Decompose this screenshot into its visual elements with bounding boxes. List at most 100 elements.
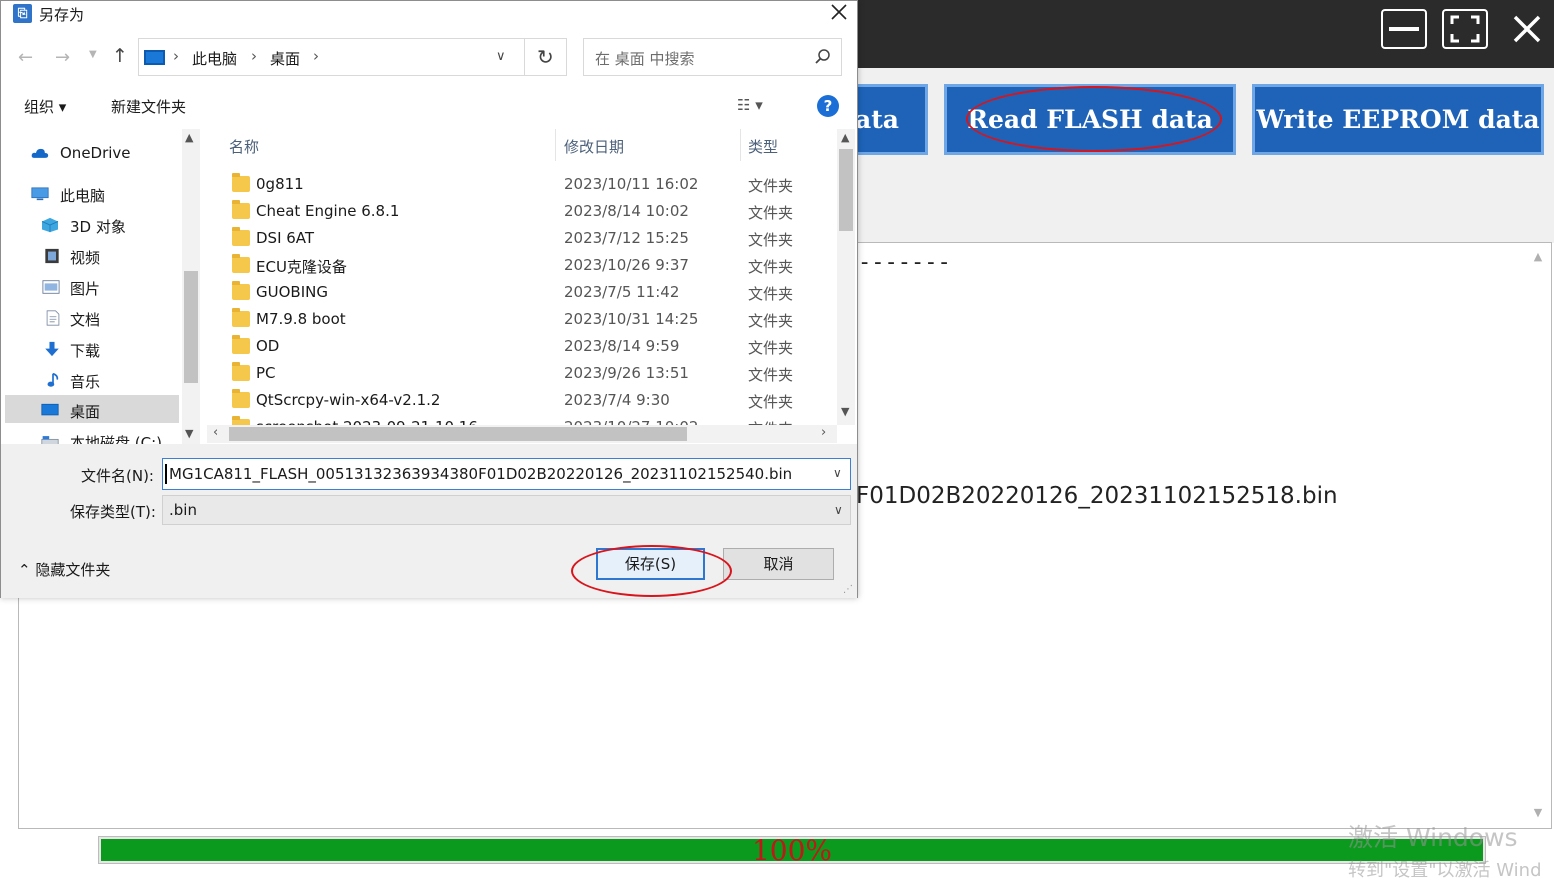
highlight-circle [571, 545, 732, 597]
filename-input[interactable] [162, 458, 851, 490]
navigation-pane: OneDrive 此电脑 3D 对象 视频 图片 文档 下载 音乐 桌面 本地磁… [1, 129, 201, 444]
nav-label: 视频 [70, 249, 101, 267]
file-type: 文件夹 [748, 312, 794, 330]
app-icon: ⎘ [13, 4, 32, 23]
cancel-button[interactable]: 取消 [723, 548, 834, 580]
organize-menu[interactable]: 组织 ▾ [24, 96, 66, 117]
nav-item-desktop[interactable]: 桌面 [41, 396, 201, 424]
folder-icon [232, 200, 250, 219]
scroll-right-icon[interactable]: › [821, 425, 826, 440]
scroll-up-icon[interactable]: ▲ [185, 131, 193, 144]
watermark-line2: 转到"设置"以激活 Wind [1348, 860, 1542, 881]
breadcrumb-separator[interactable]: › [313, 47, 319, 65]
minimize-icon [1389, 27, 1419, 31]
nav-item-this-pc[interactable]: 此电脑 [31, 180, 201, 208]
nav-item-documents[interactable]: 文档 [41, 304, 201, 332]
refresh-icon[interactable]: ↻ [537, 45, 554, 69]
minimize-button[interactable] [1381, 9, 1427, 49]
desktop-icon [41, 403, 59, 416]
file-list-hscrollbar-thumb[interactable] [229, 427, 687, 441]
file-row[interactable]: GUOBING 2023/7/5 11:42 文件夹 [229, 278, 839, 305]
column-header-name[interactable]: 名称 [229, 136, 259, 157]
column-header-date[interactable]: 修改日期 [564, 136, 624, 157]
folder-icon [232, 173, 250, 192]
nav-item-local-disk[interactable]: 本地磁盘 (C:) [41, 427, 201, 444]
progress-bar: 100% [98, 836, 1486, 865]
file-row[interactable]: PC 2023/9/26 13:51 文件夹 [229, 359, 839, 386]
new-folder-button[interactable]: 新建文件夹 [111, 96, 186, 117]
up-arrow-icon[interactable]: ↑ [112, 45, 128, 67]
nav-item-downloads[interactable]: 下载 [41, 335, 201, 363]
nav-label: 文档 [70, 311, 101, 329]
file-name: GUOBING [256, 283, 328, 301]
file-type: 文件夹 [748, 285, 794, 303]
breadcrumb-separator: › [173, 47, 179, 65]
recent-dropdown-icon[interactable]: ▼ [89, 49, 97, 60]
folder-icon [232, 335, 250, 354]
chevron-down-icon[interactable]: ∨ [834, 503, 843, 517]
search-icon[interactable] [814, 48, 832, 66]
chevron-down-icon[interactable]: ∨ [833, 466, 842, 480]
file-date: 2023/8/14 9:59 [564, 337, 680, 355]
write-eeprom-button[interactable]: Write EEPROM data [1252, 84, 1544, 155]
help-icon[interactable]: ? [817, 95, 839, 117]
nav-label: 下载 [70, 342, 101, 360]
view-options-icon[interactable]: ☷ ▾ [737, 96, 763, 114]
file-date: 2023/8/14 10:02 [564, 202, 689, 220]
column-divider[interactable] [555, 129, 556, 161]
forward-arrow-icon[interactable]: → [55, 47, 70, 68]
nav-item-3d-objects[interactable]: 3D 对象 [41, 211, 201, 239]
breadcrumb-desktop[interactable]: 桌面 [270, 48, 300, 69]
scroll-up-icon[interactable]: ▲ [841, 131, 849, 144]
file-row[interactable]: OD 2023/8/14 9:59 文件夹 [229, 332, 839, 359]
log-scroll-up-icon[interactable]: ▲ [1530, 250, 1546, 264]
column-header-type[interactable]: 类型 [748, 136, 778, 157]
file-list: ^ 名称 修改日期 类型 0g811 2023/10/11 16:02 文件夹 … [201, 129, 857, 444]
nav-item-pictures[interactable]: 图片 [41, 273, 201, 301]
hide-folders-toggle[interactable]: ⌃ 隐藏文件夹 [18, 559, 110, 580]
fullscreen-button[interactable] [1442, 9, 1488, 49]
folder-icon [232, 281, 250, 300]
file-type: 文件夹 [748, 366, 794, 384]
file-row[interactable]: 0g811 2023/10/11 16:02 文件夹 [229, 170, 839, 197]
highlight-circle [966, 86, 1222, 152]
folder-icon [232, 254, 250, 273]
file-date: 2023/9/26 13:51 [564, 364, 689, 382]
address-bar[interactable]: › 此电脑 › 桌面 › ∨ ↻ [138, 38, 567, 76]
file-date: 2023/7/4 9:30 [564, 391, 670, 409]
breadcrumb-this-pc[interactable]: 此电脑 [192, 48, 237, 69]
file-row[interactable]: DSI 6AT 2023/7/12 15:25 文件夹 [229, 224, 839, 251]
column-divider[interactable] [740, 129, 741, 161]
file-row[interactable]: ECU克隆设备 2023/10/26 9:37 文件夹 [229, 251, 839, 278]
breadcrumb-separator[interactable]: › [251, 47, 257, 65]
file-date: 2023/10/26 9:37 [564, 256, 689, 274]
nav-item-music[interactable]: 音乐 [41, 366, 201, 394]
filetype-select[interactable]: .bin ∨ [162, 495, 851, 525]
scroll-down-icon[interactable]: ▼ [185, 427, 193, 440]
file-row[interactable]: M7.9.8 boot 2023/10/31 14:25 文件夹 [229, 305, 839, 332]
file-name: ECU克隆设备 [256, 258, 347, 276]
dialog-close-button[interactable] [827, 1, 851, 25]
hide-folders-label: 隐藏文件夹 [35, 561, 111, 579]
back-arrow-icon[interactable]: ← [18, 47, 33, 68]
nav-item-videos[interactable]: 视频 [41, 242, 201, 270]
scroll-left-icon[interactable]: ‹ [213, 425, 218, 440]
file-date: 2023/7/5 11:42 [564, 283, 680, 301]
nav-scrollbar-thumb[interactable] [184, 271, 198, 383]
cube-icon [41, 217, 59, 233]
resize-grip-icon[interactable]: ⋰ [843, 584, 855, 596]
folder-icon [232, 389, 250, 408]
search-box[interactable]: 在 桌面 中搜索 [583, 38, 842, 76]
close-button[interactable] [1504, 9, 1550, 49]
file-list-vscrollbar-thumb[interactable] [839, 149, 853, 231]
search-input[interactable]: 在 桌面 中搜索 [595, 48, 695, 69]
computer-icon [144, 50, 165, 65]
save-as-dialog: ⎘ 另存为 ← → ▼ ↑ › 此电脑 › 桌面 › ∨ ↻ 在 桌面 中搜索 … [0, 0, 858, 598]
nav-item-onedrive[interactable]: OneDrive [31, 139, 201, 167]
file-row[interactable]: Cheat Engine 6.8.1 2023/8/14 10:02 文件夹 [229, 197, 839, 224]
chevron-down-icon[interactable]: ∨ [496, 49, 506, 64]
scroll-down-icon[interactable]: ▼ [841, 405, 849, 418]
file-type: 文件夹 [748, 177, 794, 195]
file-row[interactable]: QtScrcpy-win-x64-v2.1.2 2023/7/4 9:30 文件… [229, 386, 839, 413]
dialog-title: 另存为 [39, 6, 85, 24]
